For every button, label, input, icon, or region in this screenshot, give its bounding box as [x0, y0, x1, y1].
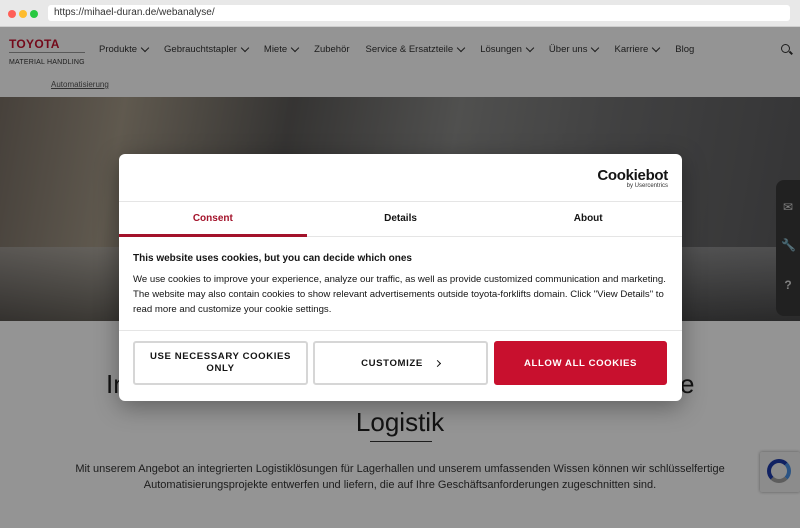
tab-details[interactable]: Details [307, 202, 495, 236]
close-window-icon[interactable] [8, 10, 16, 18]
button-label: ALLOW ALL COOKIES [523, 357, 638, 369]
chevron-right-icon [433, 359, 441, 367]
tab-consent[interactable]: Consent [119, 202, 307, 237]
button-label: USE NECESSARY COOKIES ONLY [149, 351, 292, 374]
button-label: CUSTOMIZE [361, 357, 423, 369]
cookie-consent-dialog: Cookiebot by Usercentrics Consent Detail… [119, 154, 682, 401]
customize-button[interactable]: CUSTOMIZE [313, 341, 488, 385]
allow-all-cookies-button[interactable]: ALLOW ALL COOKIES [494, 341, 667, 385]
use-necessary-cookies-button[interactable]: USE NECESSARY COOKIES ONLY [133, 341, 308, 385]
minimize-window-icon[interactable] [19, 10, 27, 18]
dialog-title: This website uses cookies, but you can d… [133, 253, 412, 264]
consent-tabs: Consent Details About [119, 201, 682, 237]
brand-name: Cookiebot [597, 167, 668, 184]
tab-about[interactable]: About [494, 202, 682, 236]
dialog-divider [119, 330, 682, 331]
maximize-window-icon[interactable] [30, 10, 38, 18]
dialog-description: We use cookies to improve your experienc… [133, 274, 666, 315]
cookiebot-logo[interactable]: Cookiebot by Usercentrics [597, 167, 668, 189]
address-bar[interactable]: https://mihael-duran.de/webanalyse/ [48, 5, 790, 21]
browser-chrome: https://mihael-duran.de/webanalyse/ [0, 0, 800, 27]
